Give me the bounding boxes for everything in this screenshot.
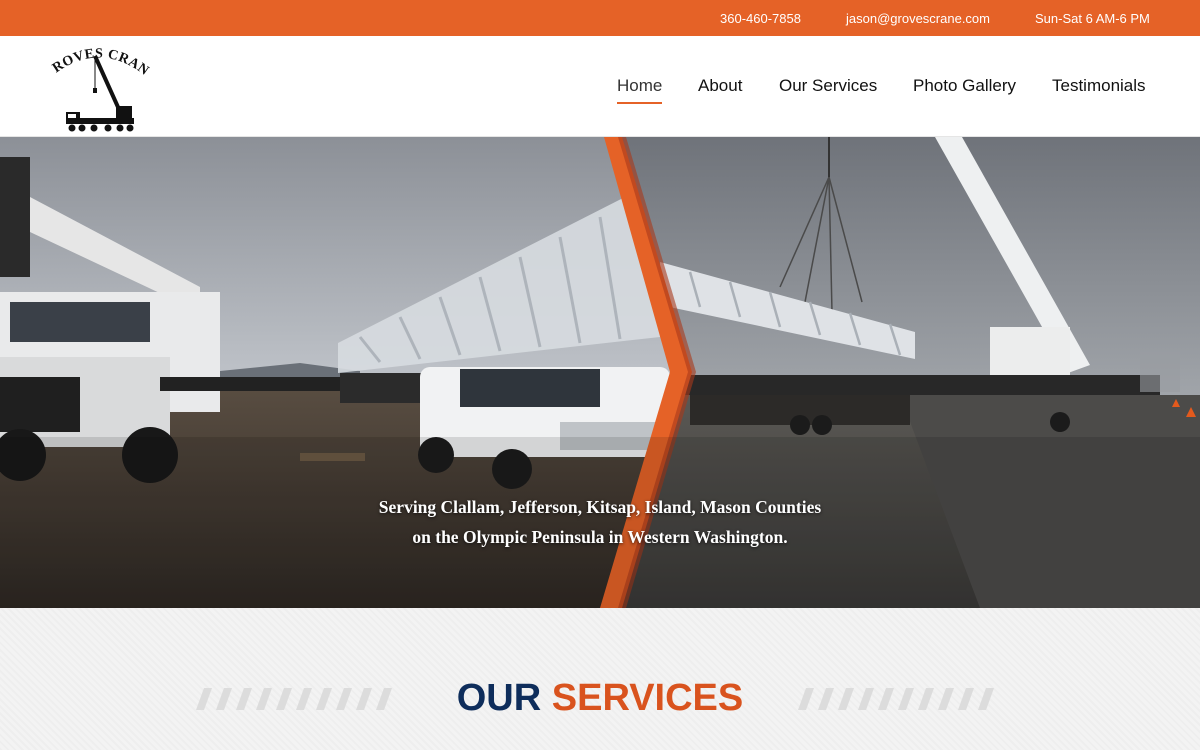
nav-our-services[interactable]: Our Services <box>779 76 877 96</box>
nav-photo-gallery[interactable]: Photo Gallery <box>913 76 1016 96</box>
phone-number[interactable]: 360-460-7858 <box>720 11 801 27</box>
services-heading: OUR SERVICES <box>0 676 1200 720</box>
email-link[interactable]: jason@grovescrane.com <box>846 11 990 27</box>
groves-crane-logo[interactable]: GROVES CRANE <box>42 29 152 134</box>
services-heading-word-2: SERVICES <box>551 677 744 719</box>
business-hours: Sun-Sat 6 AM-6 PM <box>1035 11 1150 26</box>
nav-testimonials[interactable]: Testimonials <box>1052 76 1146 96</box>
hero-banner: Serving Clallam, Jefferson, Kitsap, Isla… <box>0 137 1200 608</box>
services-section: OUR SERVICES <box>0 608 1200 750</box>
hero-caption: Serving Clallam, Jefferson, Kitsap, Isla… <box>0 492 1200 552</box>
svg-text:GROVES CRANE: GROVES CRANE <box>48 40 152 79</box>
services-heading-word-1: OUR <box>456 677 542 719</box>
hero-caption-line-2: on the Olympic Peninsula in Western Wash… <box>412 527 788 547</box>
top-contact-bar: 360-460-7858 jason@grovescrane.com Sun-S… <box>0 0 1200 36</box>
nav-home[interactable]: Home <box>617 76 663 104</box>
hero-caption-line-1: Serving Clallam, Jefferson, Kitsap, Isla… <box>378 497 822 517</box>
site-header: GROVES CRANE Home About Our Services Pho… <box>0 29 1200 137</box>
nav-about[interactable]: About <box>698 76 742 96</box>
stripe-decoration-right <box>798 688 994 710</box>
